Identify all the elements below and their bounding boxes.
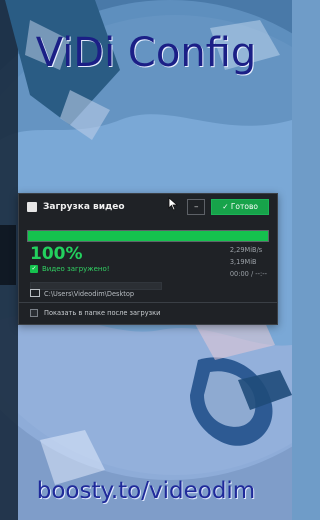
overlay-footer-link[interactable]: boosty.to/videodim <box>0 478 292 504</box>
dialog-title: Загрузка видео <box>43 202 125 212</box>
cursor-icon <box>168 197 178 211</box>
save-path: C:\Users\Videodim\Desktop <box>30 289 135 298</box>
check-icon: ✓ <box>30 265 38 273</box>
stat-size: 3,19MiB <box>229 258 257 266</box>
stat-time: 00:00 / --:-- <box>229 270 267 278</box>
progress-fill <box>28 231 268 241</box>
show-in-folder-checkbox[interactable] <box>30 309 38 317</box>
download-icon <box>27 202 37 212</box>
save-path-text: C:\Users\Videodim\Desktop <box>44 290 135 298</box>
progress-bar <box>27 230 269 242</box>
done-button[interactable]: ✓ Готово <box>211 199 269 215</box>
status-line: ✓ Видео загружено! <box>30 265 110 273</box>
minimize-button[interactable]: – <box>187 199 206 215</box>
download-dialog: Загрузка видео – ✓ Готово 100% ✓ Видео з… <box>18 193 278 325</box>
show-in-folder-option[interactable]: Показать в папке после загрузки <box>30 309 160 317</box>
secondary-progress-track <box>30 282 162 290</box>
show-in-folder-label: Показать в папке после загрузки <box>44 309 161 317</box>
overlay-title: ViDi Config <box>35 30 257 76</box>
stat-speed: 2,29MiB/s <box>229 246 263 254</box>
progress-percent: 100% <box>30 244 83 264</box>
dialog-header: Загрузка видео – ✓ Готово <box>19 194 277 220</box>
folder-icon <box>30 289 40 297</box>
status-text: Видео загружено! <box>42 265 110 273</box>
download-stats: 2,29MiB/s 3,19MiB 00:00 / --:-- <box>230 244 267 280</box>
divider <box>19 302 277 303</box>
